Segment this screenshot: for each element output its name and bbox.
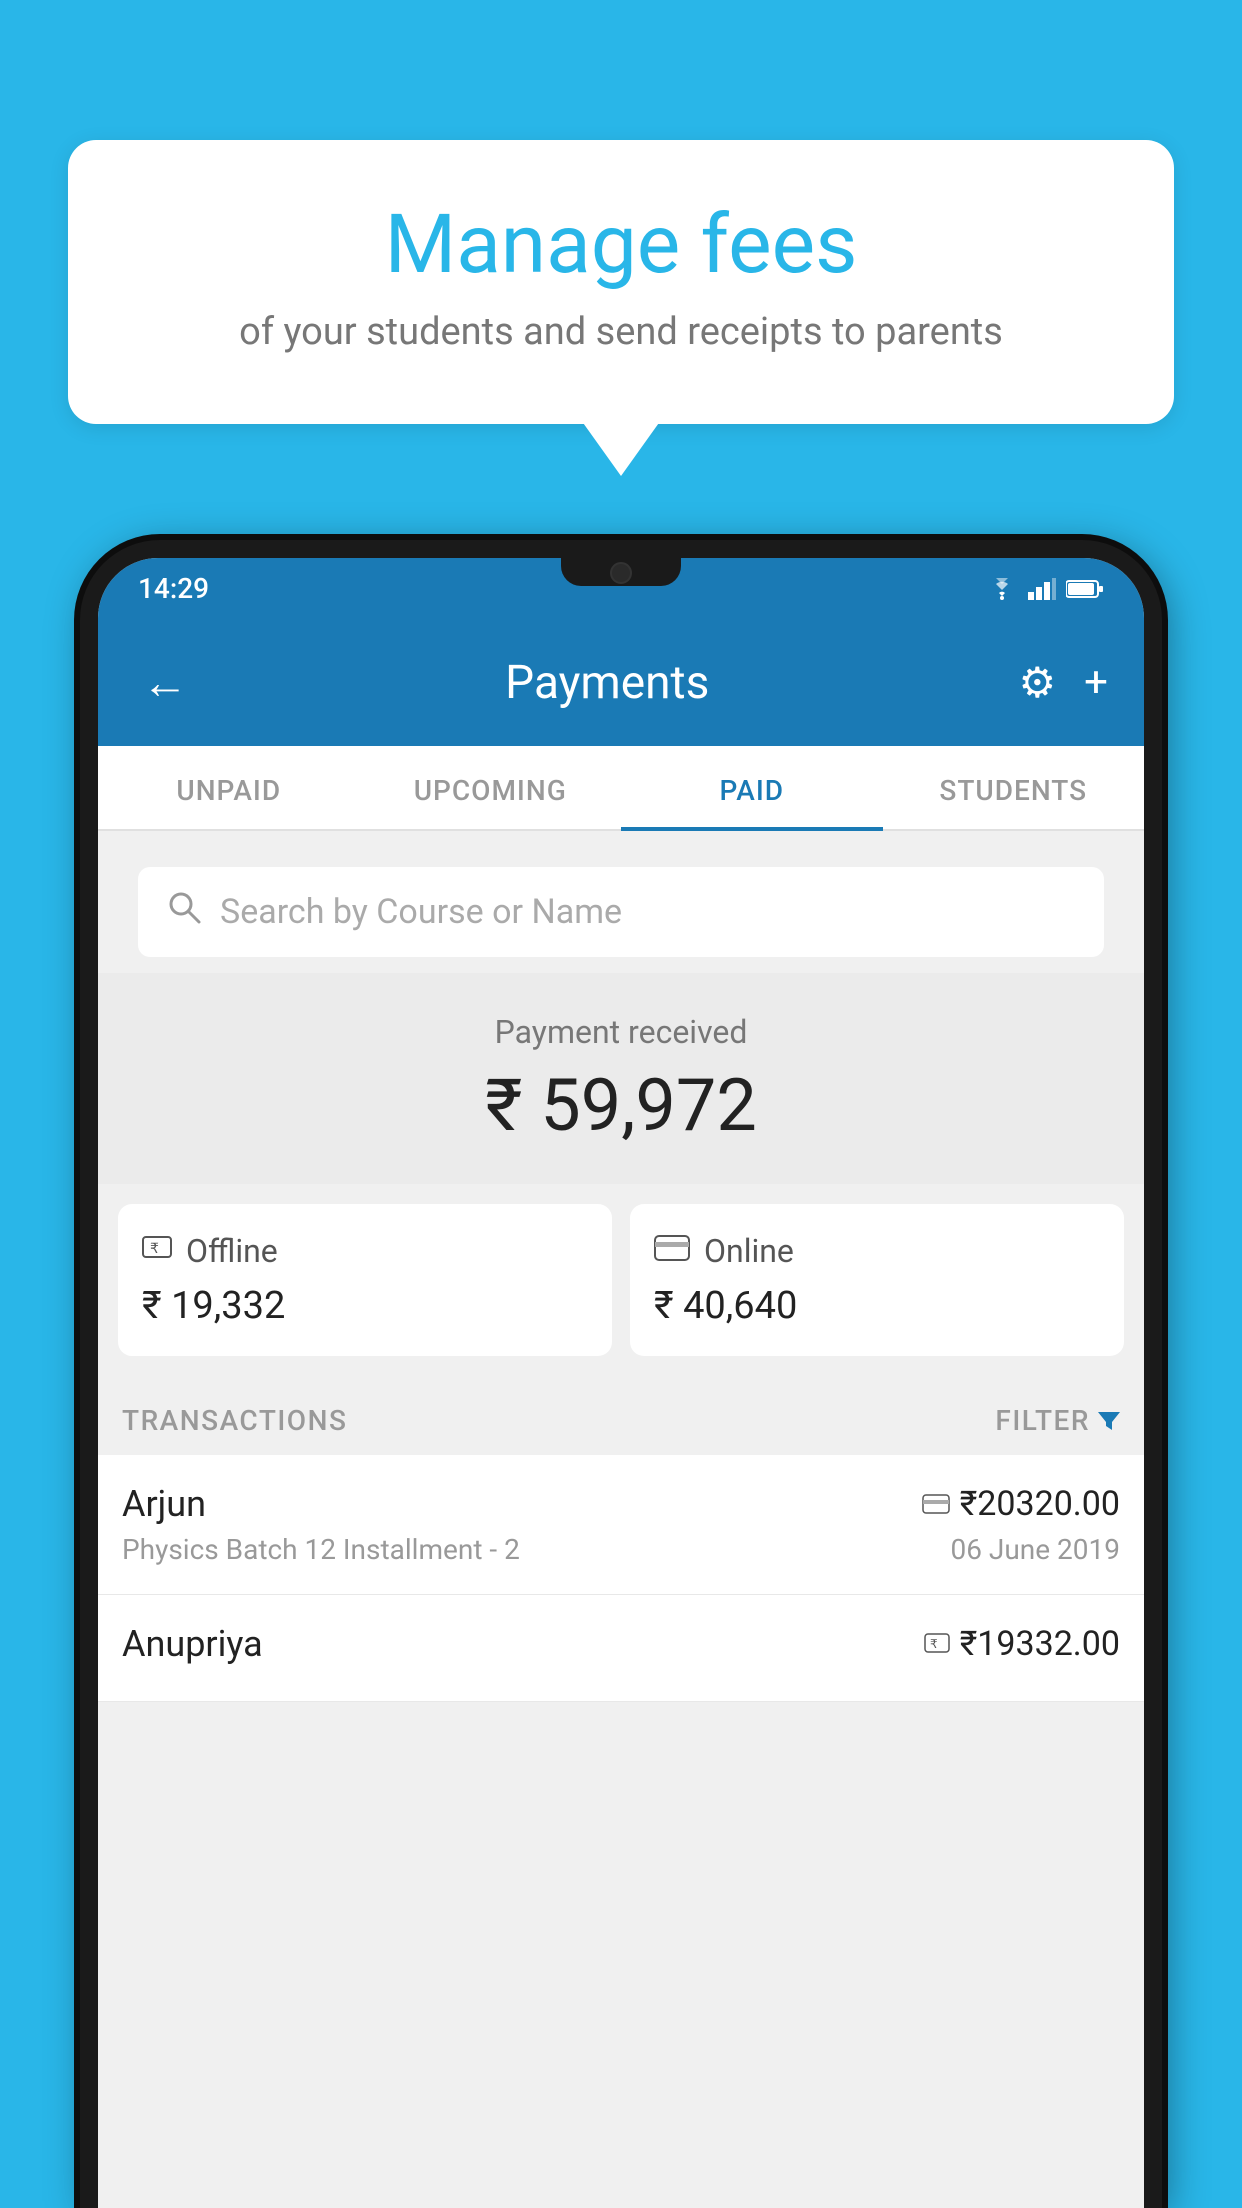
transaction-name: Arjun [122, 1483, 206, 1525]
status-icons [986, 578, 1104, 600]
payment-cards: ₹ Offline ₹ 19,332 [98, 1184, 1144, 1376]
transaction-row[interactable]: Anupriya ₹ ₹19332.00 [98, 1595, 1144, 1702]
svg-text:₹: ₹ [150, 1240, 159, 1256]
bubble-subtitle: of your students and send receipts to pa… [148, 310, 1094, 354]
app-bar-actions: ⚙ + [1019, 658, 1109, 708]
tab-unpaid[interactable]: UNPAID [98, 746, 360, 829]
online-card-header: Online [654, 1232, 1100, 1270]
tab-paid[interactable]: PAID [621, 746, 883, 829]
online-card-amount: ₹ 40,640 [654, 1284, 1100, 1328]
speech-bubble: Manage fees of your students and send re… [68, 140, 1174, 424]
search-bar[interactable]: Search by Course or Name [138, 867, 1104, 957]
credit-card-icon [654, 1234, 690, 1269]
transaction-amount-wrap: ₹ ₹19332.00 [924, 1624, 1120, 1664]
signal-icon [1028, 578, 1056, 600]
filter-text: FILTER [995, 1404, 1090, 1437]
tab-upcoming[interactable]: UPCOMING [360, 746, 622, 829]
transaction-amount-wrap: ₹20320.00 [922, 1484, 1120, 1524]
phone-frame: 14:29 [80, 540, 1162, 2208]
transaction-bottom: Physics Batch 12 Installment - 2 06 June… [122, 1533, 1120, 1566]
battery-icon [1066, 578, 1104, 600]
gear-icon[interactable]: ⚙ [1019, 658, 1057, 708]
transaction-amount: ₹20320.00 [960, 1484, 1120, 1524]
transactions-label: TRANSACTIONS [122, 1404, 347, 1437]
offline-card-header: ₹ Offline [142, 1232, 588, 1270]
payment-received-section: Payment received ₹ 59,972 [98, 973, 1144, 1184]
transactions-header: TRANSACTIONS FILTER [98, 1382, 1144, 1455]
filter-button[interactable]: FILTER [995, 1404, 1120, 1437]
tab-students[interactable]: STUDENTS [883, 746, 1145, 829]
rupee-payment-icon: ₹ [924, 1628, 950, 1661]
phone-camera [610, 562, 632, 584]
search-placeholder: Search by Course or Name [220, 892, 622, 932]
status-time: 14:29 [138, 572, 209, 605]
back-button[interactable]: ← [134, 647, 196, 718]
online-card: Online ₹ 40,640 [630, 1204, 1124, 1356]
tabs-bar: UNPAID UPCOMING PAID STUDENTS [98, 746, 1144, 831]
offline-card-amount: ₹ 19,332 [142, 1284, 588, 1328]
page-title: Payments [196, 656, 1019, 710]
transaction-top: Arjun ₹20320.00 [122, 1483, 1120, 1525]
svg-text:₹: ₹ [930, 1637, 938, 1651]
offline-card: ₹ Offline ₹ 19,332 [118, 1204, 612, 1356]
speech-bubble-container: Manage fees of your students and send re… [68, 140, 1174, 424]
payment-received-amount: ₹ 59,972 [118, 1063, 1124, 1148]
bubble-title: Manage fees [148, 200, 1094, 290]
offline-card-label: Offline [186, 1232, 278, 1270]
transaction-row[interactable]: Arjun ₹20320.00 Physics Batch 12 Install… [98, 1455, 1144, 1595]
rupee-card-icon: ₹ [142, 1233, 172, 1269]
card-payment-icon [922, 1488, 950, 1521]
payment-received-label: Payment received [118, 1013, 1124, 1051]
app-bar: ← Payments ⚙ + [98, 619, 1144, 746]
online-card-label: Online [704, 1232, 794, 1270]
search-icon [166, 889, 202, 935]
phone-screen: 14:29 [98, 558, 1144, 2208]
transaction-name: Anupriya [122, 1623, 263, 1665]
transaction-detail: Physics Batch 12 Installment - 2 [122, 1533, 520, 1566]
transaction-amount: ₹19332.00 [960, 1624, 1120, 1664]
wifi-icon [986, 578, 1018, 600]
transaction-date: 06 June 2019 [950, 1533, 1120, 1566]
transaction-top: Anupriya ₹ ₹19332.00 [122, 1623, 1120, 1665]
filter-icon [1098, 1404, 1120, 1437]
add-button[interactable]: + [1084, 658, 1108, 707]
